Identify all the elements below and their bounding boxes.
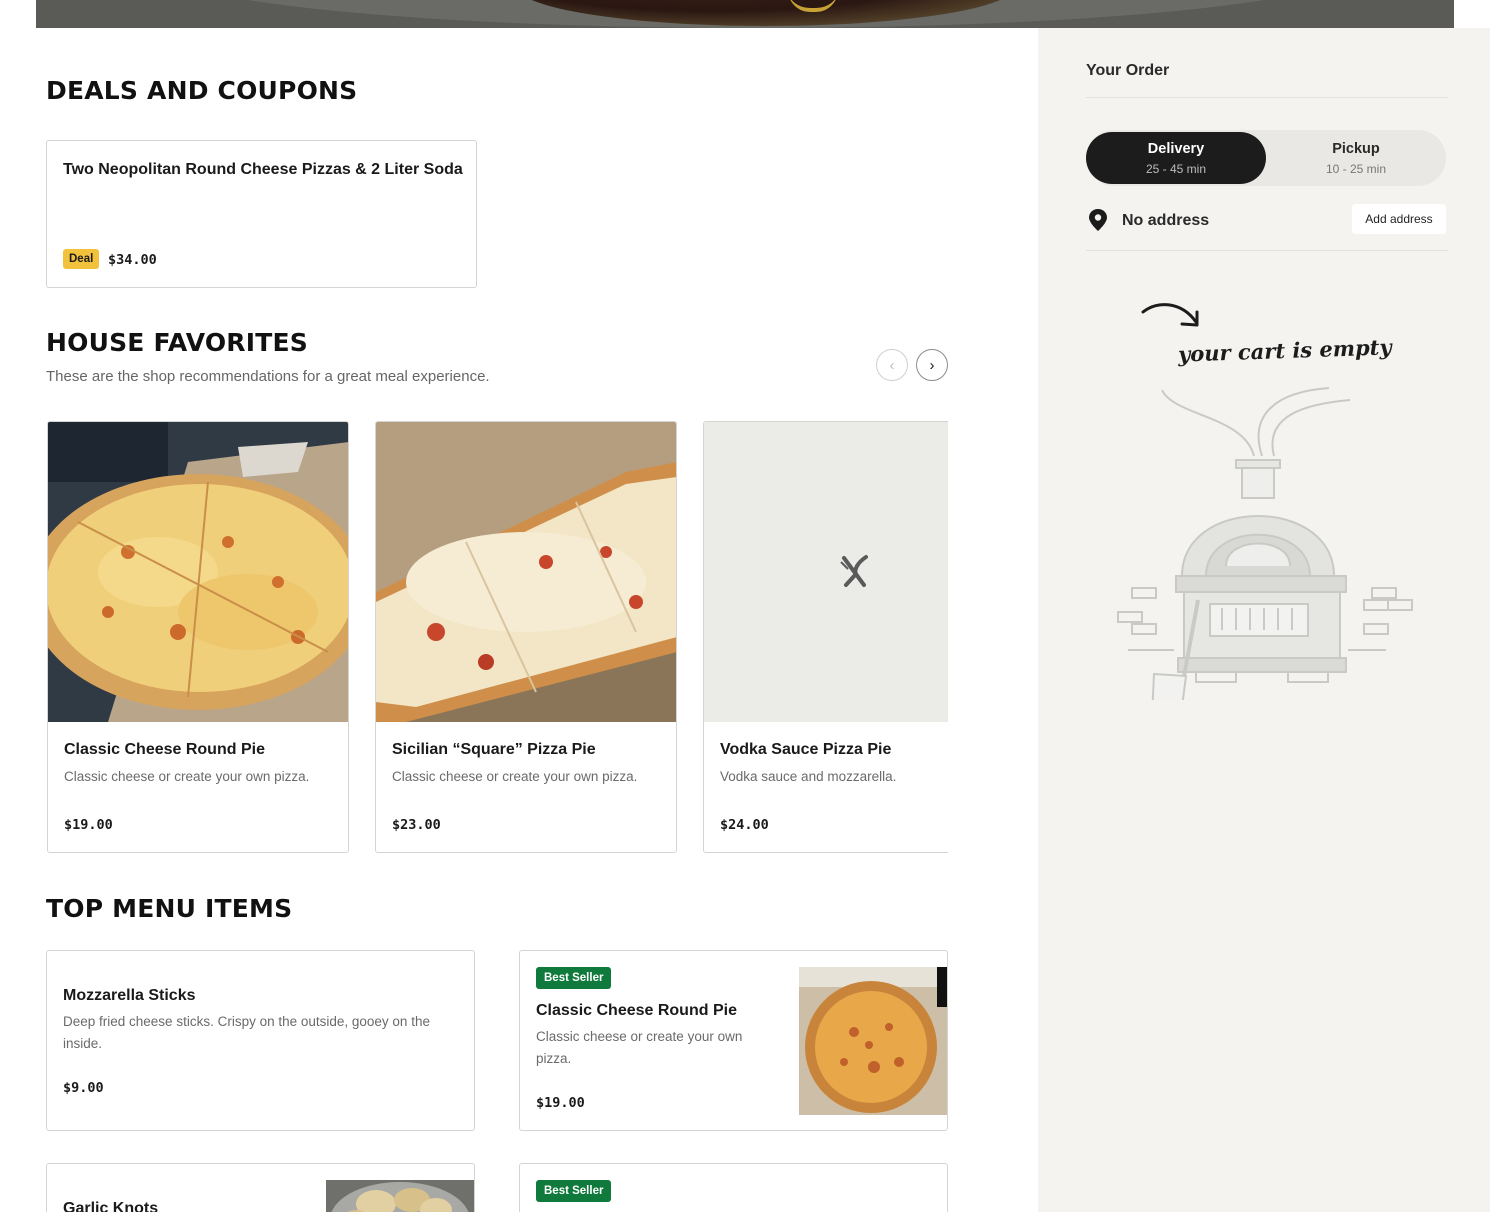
menu-item-name: Mozzarella Sticks <box>63 987 196 1004</box>
favorite-card[interactable]: Sicilian “Square” Pizza Pie Classic chee… <box>375 421 677 853</box>
garlic-knots-image <box>326 1180 474 1212</box>
menu-item-card[interactable]: Best Seller <box>519 1163 948 1212</box>
pickup-label: Pickup <box>1332 141 1380 157</box>
divider <box>1086 97 1448 98</box>
menu-item-name: Classic Cheese Round Pie <box>536 1002 737 1019</box>
pizza-oven-illustration <box>1117 387 1413 700</box>
deal-price: $34.00 <box>108 252 157 268</box>
menu-item-price: $9.00 <box>63 1080 104 1096</box>
chevron-right-icon: › <box>929 356 935 374</box>
favorite-price: $23.00 <box>392 817 441 833</box>
address-row: No address Add address <box>1086 204 1446 238</box>
pizza-image <box>799 967 947 1115</box>
favorites-subtitle: These are the shop recommendations for a… <box>46 368 490 385</box>
deals-title: DEALS AND COUPONS <box>46 76 358 105</box>
delivery-time: 25 - 45 min <box>1145 162 1207 176</box>
carousel-next-button[interactable]: › <box>916 349 948 381</box>
menu-item-card[interactable]: Garlic Knots <box>46 1163 475 1212</box>
favorite-name: Classic Cheese Round Pie <box>64 741 265 758</box>
menu-item-name: Garlic Knots <box>63 1200 159 1212</box>
add-address-button[interactable]: Add address <box>1352 204 1446 234</box>
location-pin-icon <box>1089 209 1107 231</box>
utensils-icon <box>840 555 868 587</box>
favorite-price: $24.00 <box>720 817 769 833</box>
hero-image <box>36 0 1454 28</box>
favorite-description: Classic cheese or create your own pizza. <box>64 769 310 784</box>
order-sidebar: Your Order Delivery 25 - 45 min Pickup 1… <box>1038 28 1490 1212</box>
top-menu-title: TOP MENU ITEMS <box>46 894 293 923</box>
pickup-option[interactable]: Pickup 10 - 25 min <box>1266 132 1446 184</box>
favorites-title: HOUSE FAVORITES <box>46 328 308 357</box>
best-seller-badge: Best Seller <box>536 967 612 989</box>
chevron-left-icon: ‹ <box>889 356 895 374</box>
favorite-description: Classic cheese or create your own pizza. <box>392 769 638 784</box>
carousel-prev-button[interactable]: ‹ <box>876 349 908 381</box>
favorite-description: Vodka sauce and mozzarella. <box>720 769 897 784</box>
empty-cart-text: your cart is empty <box>1177 334 1392 367</box>
menu-item-description: Deep fried cheese sticks. Crispy on the … <box>63 1014 430 1051</box>
deal-name: Two Neopolitan Round Cheese Pizzas & 2 L… <box>63 161 463 178</box>
deal-badge: Deal <box>63 249 100 269</box>
address-text: No address <box>1122 212 1210 229</box>
menu-item-card[interactable]: Mozzarella Sticks Deep fried cheese stic… <box>46 950 475 1131</box>
favorite-price: $19.00 <box>64 817 113 833</box>
menu-item-price: $19.00 <box>536 1095 585 1111</box>
menu-item-description: Classic cheese or create your own pizza. <box>536 1029 743 1066</box>
favorite-card[interactable]: Classic Cheese Round Pie Classic cheese … <box>47 421 349 853</box>
delivery-option[interactable]: Delivery 25 - 45 min <box>1086 132 1266 184</box>
order-title: Your Order <box>1086 62 1170 79</box>
pizza-image <box>48 422 348 722</box>
fulfillment-toggle: Delivery 25 - 45 min Pickup 10 - 25 min <box>1086 130 1446 186</box>
favorites-carousel: Classic Cheese Round Pie Classic cheese … <box>46 421 948 854</box>
pizza-image <box>376 422 676 722</box>
divider <box>1086 250 1448 251</box>
pickup-time: 10 - 25 min <box>1325 162 1387 176</box>
favorite-card[interactable]: Vodka Sauce Pizza Pie Vodka sauce and mo… <box>703 421 948 853</box>
favorite-name: Sicilian “Square” Pizza Pie <box>392 741 596 758</box>
curved-arrow-icon <box>1141 303 1199 327</box>
menu-item-card[interactable]: Best Seller Classic Cheese Round Pie Cla… <box>519 950 948 1131</box>
image-placeholder <box>704 422 948 722</box>
menu-main: DEALS AND COUPONS Two Neopolitan Round C… <box>0 28 1038 1212</box>
deal-card[interactable]: Two Neopolitan Round Cheese Pizzas & 2 L… <box>46 140 477 288</box>
best-seller-badge: Best Seller <box>536 1180 612 1202</box>
delivery-label: Delivery <box>1147 141 1205 157</box>
favorite-name: Vodka Sauce Pizza Pie <box>720 741 892 758</box>
